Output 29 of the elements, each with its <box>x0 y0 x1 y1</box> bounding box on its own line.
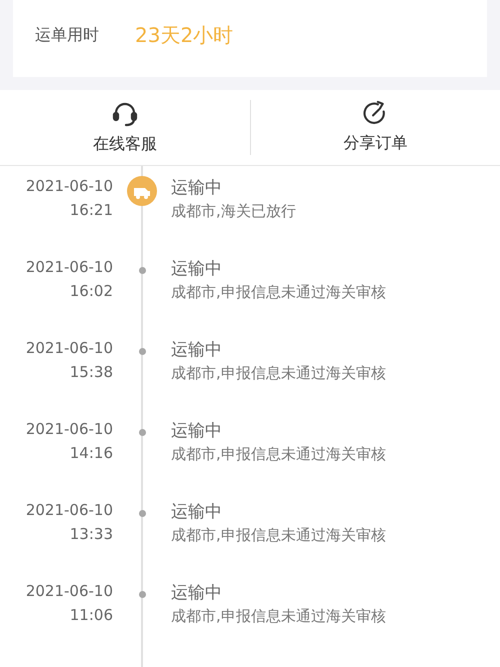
event-status: 运输中 <box>171 339 223 362</box>
event-detail: 成都市,海关已放行 <box>171 201 296 222</box>
event-status: 运输中 <box>171 582 223 605</box>
action-button[interactable]: 分享订单 <box>250 100 500 155</box>
event-time: 15:38 <box>70 362 113 382</box>
event-date: 2021-06-10 <box>26 419 113 439</box>
event-status: 运输中 <box>171 258 223 281</box>
event-status: 运输中 <box>171 177 223 200</box>
event-detail: 成都市,申报信息未通过海关审核 <box>171 444 386 465</box>
event-date: 2021-06-10 <box>26 338 113 358</box>
event-date: 2021-06-10 <box>26 500 113 520</box>
duration-value: 23天2小时 <box>135 22 234 48</box>
event-detail: 成都市,申报信息未通过海关审核 <box>171 606 386 627</box>
action-button[interactable]: 在线客服 <box>0 90 250 165</box>
event-detail: 成都市,申报信息未通过海关审核 <box>171 363 386 384</box>
event-status: 运输中 <box>171 501 223 524</box>
event-date: 2021-06-10 <box>26 176 113 196</box>
event-date: 2021-06-10 <box>26 581 113 601</box>
event-detail: 成都市,申报信息未通过海关审核 <box>171 282 386 303</box>
event-time: 16:21 <box>70 200 113 220</box>
event-time: 14:16 <box>70 443 113 463</box>
event-time: 11:06 <box>70 605 113 625</box>
event-detail: 成都市,申报信息未通过海关审核 <box>171 525 386 546</box>
duration-label: 运单用时 <box>35 24 99 46</box>
event-date: 2021-06-10 <box>26 257 113 277</box>
truck-icon <box>127 176 157 206</box>
event-time: 13:33 <box>70 524 113 544</box>
event-time: 16:02 <box>70 281 113 301</box>
event-status: 运输中 <box>171 420 223 443</box>
